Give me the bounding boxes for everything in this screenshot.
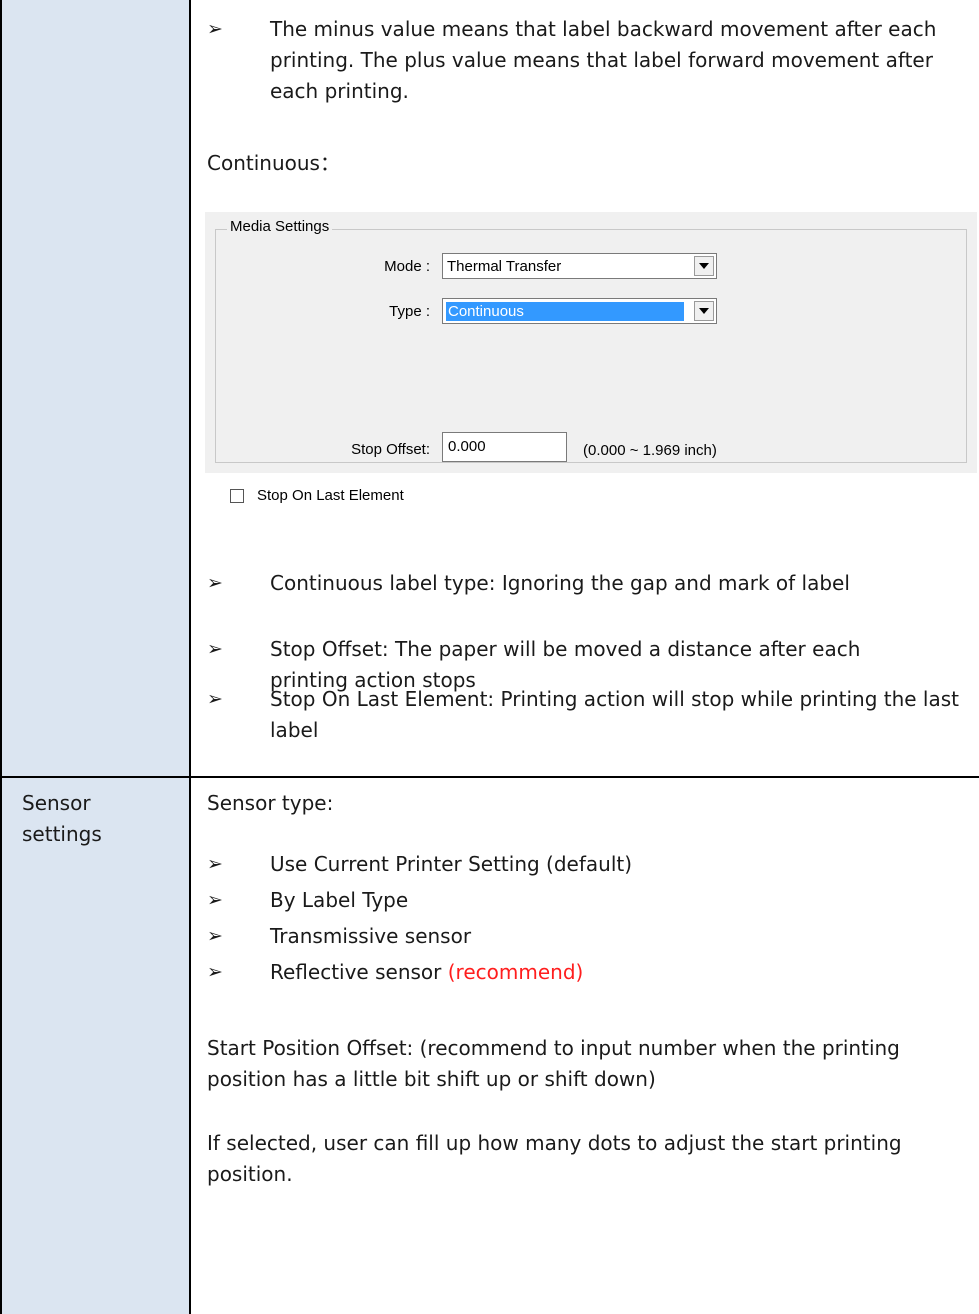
continuous-heading: Continuous：: [207, 151, 340, 175]
sensor-option-text: Transmissive sensor: [270, 924, 472, 948]
bullet-text: Stop On Last Element: Printing action wi…: [270, 687, 960, 742]
type-select[interactable]: Continuous: [442, 298, 717, 324]
mode-label: Mode :: [355, 258, 430, 275]
mode-select[interactable]: Thermal Transfer: [442, 253, 717, 279]
chevron-down-icon[interactable]: [694, 301, 714, 321]
bullet-item: ➢ Continuous label type: Ignoring the ga…: [207, 568, 977, 603]
stop-offset-input[interactable]: 0.000: [442, 432, 567, 462]
settings-table: ➢ The minus value means that label backw…: [0, 0, 979, 1314]
arrow-bullet-icon: ➢: [207, 18, 223, 40]
sensor-option-text: Reflective sensor (recommend): [270, 957, 977, 988]
if-selected-paragraph: If selected, user can fill up how many d…: [207, 1131, 902, 1186]
mode-label-text: Mode :: [384, 258, 430, 275]
sensor-option: ➢ Transmissive sensor: [207, 921, 977, 952]
sensor-option: ➢ Reflective sensor (recommend): [207, 957, 977, 988]
stop-offset-value: 0.000: [448, 438, 486, 455]
sensor-option-text: By Label Type: [270, 888, 409, 912]
type-value: Continuous: [446, 302, 684, 321]
sensor-option: ➢ Use Current Printer Setting (default): [207, 849, 977, 880]
bullet-item: ➢ Stop On Last Element: Printing action …: [207, 684, 977, 750]
row-divider: [0, 776, 979, 778]
chevron-down-icon[interactable]: [694, 256, 714, 276]
type-label-text: Type :: [389, 303, 430, 320]
sensor-type-heading: Sensor type:: [207, 791, 334, 815]
stop-offset-label-text: Stop Offset:: [351, 441, 430, 458]
bullet-item: ➢ The minus value means that label backw…: [207, 14, 977, 114]
arrow-bullet-icon: ➢: [207, 961, 223, 983]
arrow-bullet-icon: ➢: [207, 889, 223, 911]
bullet-text: The minus value means that label backwar…: [270, 17, 937, 103]
arrow-bullet-icon: ➢: [207, 925, 223, 947]
type-label: Type :: [355, 303, 430, 320]
recommend-note: (recommend): [447, 960, 584, 984]
arrow-bullet-icon: ➢: [207, 572, 223, 594]
sensor-settings-label: Sensor settings: [22, 791, 102, 846]
media-settings-dialog: Media Settings Mode : Thermal Transfer T…: [205, 212, 977, 504]
bullet-text: Continuous label type: Ignoring the gap …: [270, 571, 850, 595]
start-offset-paragraph: Start Position Offset: (recommend to inp…: [207, 1036, 900, 1091]
sensor-option-text: Use Current Printer Setting (default): [270, 852, 633, 876]
stop-offset-range: (0.000 ~ 1.969 inch): [583, 442, 717, 459]
arrow-bullet-icon: ➢: [207, 638, 223, 660]
arrow-bullet-icon: ➢: [207, 688, 223, 710]
left-column: [0, 0, 191, 1314]
stop-on-last-label: Stop On Last Element: [257, 487, 404, 504]
sensor-option-label: Reflective sensor: [270, 960, 442, 984]
arrow-bullet-icon: ➢: [207, 853, 223, 875]
stop-offset-label: Stop Offset:: [315, 441, 430, 458]
sensor-option: ➢ By Label Type: [207, 885, 977, 916]
mode-value: Thermal Transfer: [447, 258, 562, 275]
group-title: Media Settings: [227, 218, 333, 235]
stop-on-last-checkbox[interactable]: [230, 489, 244, 503]
